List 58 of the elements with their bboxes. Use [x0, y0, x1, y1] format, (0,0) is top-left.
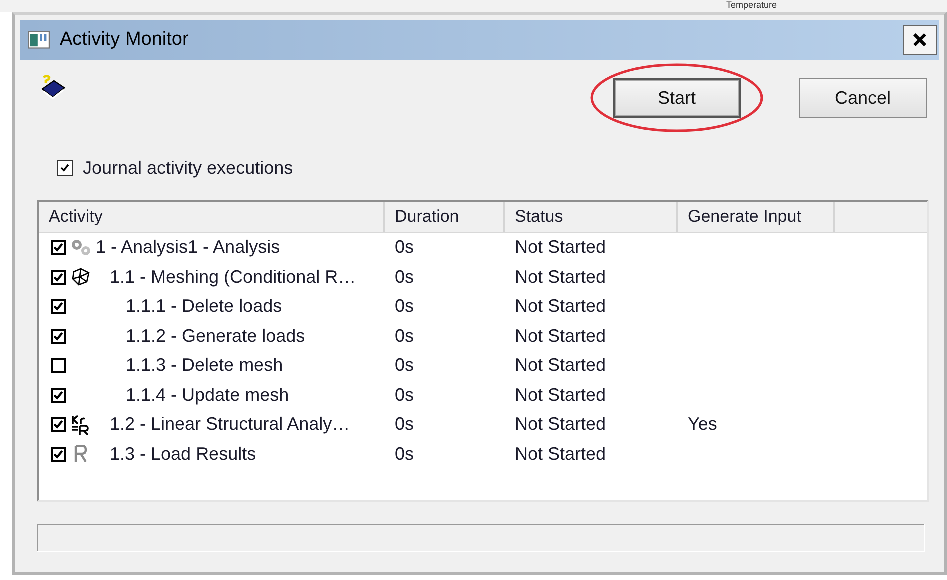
checkbox[interactable]: [51, 388, 66, 403]
check-icon: [53, 330, 64, 342]
letter-r-icon: [74, 445, 88, 464]
start-button[interactable]: Start: [613, 78, 741, 118]
duration-cell: 0s: [395, 326, 414, 346]
duration-cell: 0s: [395, 384, 414, 405]
column-header[interactable]: Activity: [39, 202, 385, 232]
close-icon: [912, 32, 928, 48]
activity-name: 1.1 - Meshing (Conditional R…: [109, 266, 356, 288]
checkbox[interactable]: [57, 160, 73, 176]
status-cell: Not Started: [515, 414, 606, 434]
check-icon: [53, 272, 64, 283]
column-header[interactable]: Duration: [385, 202, 505, 232]
checkbox[interactable]: [51, 446, 66, 462]
activity-name: 1.1.4 - Update mesh: [125, 384, 290, 406]
cancel-button[interactable]: Cancel: [799, 78, 927, 118]
checkbox[interactable]: [51, 299, 66, 314]
duration-cell: 0s: [395, 296, 414, 316]
column-header[interactable]: Generate Input: [678, 202, 835, 232]
activity-name: 1.1.1 - Delete loads: [125, 296, 282, 318]
status-cell: Not Started: [515, 296, 606, 316]
duration-cell: 0s: [395, 444, 414, 464]
activity-name: 1.1.2 - Generate loads: [125, 326, 306, 347]
check-icon: [53, 419, 64, 430]
activity-name: 1.1.3 - Delete mesh: [125, 355, 284, 376]
checkbox[interactable]: [51, 328, 66, 344]
formula-icon: [71, 414, 91, 436]
window-icon: [28, 31, 50, 49]
activity-name: 1.3 - Load Results: [109, 444, 256, 465]
check-icon: [60, 163, 70, 173]
checkbox[interactable]: [51, 270, 66, 285]
check-icon: [53, 448, 64, 460]
status-cell: Not Started: [515, 237, 606, 258]
status-cell: Not Started: [515, 326, 606, 346]
activity-name: 1.2 - Linear Structural Analy…: [109, 414, 350, 436]
background-label: Temperature: [726, 0, 777, 12]
checkbox[interactable]: [51, 358, 66, 374]
help-book-icon[interactable]: [39, 74, 67, 102]
column-header[interactable]: Status: [505, 202, 678, 232]
checkbox-label: Journal activity executions: [83, 158, 294, 178]
checkbox[interactable]: [51, 240, 66, 256]
mesh-icon: [71, 267, 91, 288]
window-title: Activity Monitor: [60, 29, 190, 51]
duration-cell: 0s: [395, 266, 414, 287]
status-cell: Not Started: [515, 266, 606, 287]
generate-input-cell: Yes: [688, 414, 718, 434]
check-icon: [53, 301, 64, 312]
check-icon: [53, 242, 64, 254]
status-cell: Not Started: [515, 384, 606, 405]
status-cell: Not Started: [515, 444, 606, 464]
duration-cell: 0s: [395, 355, 414, 376]
checkbox[interactable]: [51, 417, 66, 432]
close-button[interactable]: [903, 25, 937, 55]
status-cell: Not Started: [515, 355, 606, 376]
duration-cell: 0s: [395, 237, 414, 258]
check-icon: [53, 390, 64, 401]
activity-name: 1 - Analysis1 - Analysis: [96, 237, 280, 258]
duration-cell: 0s: [395, 414, 414, 434]
